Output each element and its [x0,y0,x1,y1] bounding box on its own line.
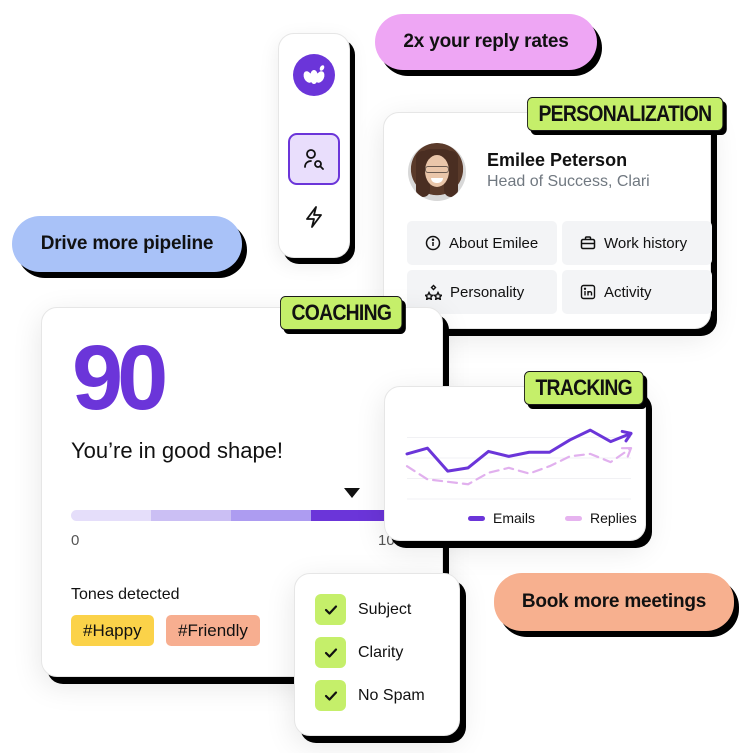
check-icon [315,594,346,625]
tone-chip-happy: #Happy [71,615,154,646]
person-role: Head of Success, Clari [487,173,650,190]
series-line-emails [405,428,633,473]
profile-sections: About Emilee Work history Personality Ac… [407,221,715,314]
check-item-subject[interactable]: Subject [315,594,411,625]
briefcase-icon [580,236,596,250]
chart-legend: Emails Replies [468,510,637,526]
reply-rates-pill: 2x your reply rates [375,14,597,70]
checklist-card: Subject Clarity No Spam [294,573,460,736]
meetings-label: Book more meetings [521,591,707,612]
activity-button[interactable]: Activity [562,270,712,314]
work-history-label: Work history [604,234,688,252]
emails-swatch [468,515,485,521]
tracking-card: Emails Replies [384,386,646,541]
legend-replies: Replies [590,510,637,526]
check-icon [315,637,346,668]
personality-label: Personality [450,283,525,301]
lightning-button[interactable] [301,204,327,230]
avatar [408,143,466,201]
tone-chip-friendly: #Friendly [166,615,260,646]
coaching-tag: COACHING [280,296,403,330]
sidebar-rail [278,33,350,258]
score-headline: You’re in good shape! [71,438,284,463]
personalization-tag: PERSONALIZATION [527,97,723,131]
check-item-no-spam[interactable]: No Spam [315,680,425,711]
personalization-card: Emilee Peterson Head of Success, Clari A… [383,112,712,329]
tracking-tag: TRACKING [524,371,644,405]
tones-label: Tones detected [71,586,180,603]
person-name: Emilee Peterson [487,150,628,170]
shapes-icon [425,284,442,300]
lightning-icon [306,206,322,228]
about-button[interactable]: About Emilee [407,221,557,265]
check-label: Clarity [358,643,404,661]
score-bar [71,510,391,521]
person-search-icon [304,149,324,170]
legend-emails: Emails [493,510,536,526]
tracking-chart [405,428,633,500]
work-history-button[interactable]: Work history [562,221,712,265]
score-marker [344,488,360,498]
pipeline-label: Drive more pipeline [40,233,214,254]
info-icon [425,235,441,251]
marketing-collage: 2x your reply rates Drive more pipeline … [0,0,750,753]
check-label: Subject [358,600,412,618]
reply-rates-label: 2x your reply rates [403,31,569,52]
replies-swatch [565,515,583,521]
check-icon [315,680,346,711]
check-label: No Spam [358,686,425,704]
scale-min: 0 [71,532,80,549]
person-search-button[interactable] [288,133,340,185]
lotus-logo-icon[interactable] [293,54,335,96]
activity-label: Activity [604,283,652,301]
check-item-clarity[interactable]: Clarity [315,637,403,668]
score-value: 90 [72,327,168,429]
meetings-pill: Book more meetings [494,573,734,631]
pipeline-pill: Drive more pipeline [12,216,242,272]
about-label: About Emilee [449,234,539,252]
linkedin-icon [580,284,596,300]
